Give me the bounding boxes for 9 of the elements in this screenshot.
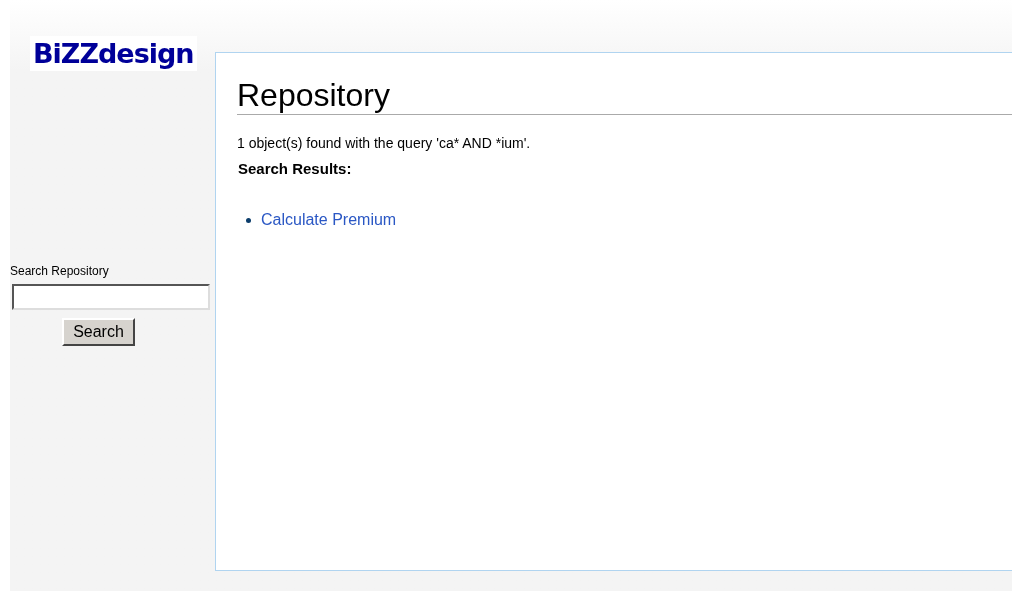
- search-field[interactable]: [12, 284, 210, 310]
- page-title: Repository: [237, 77, 1012, 115]
- result-link[interactable]: Calculate Premium: [261, 211, 397, 229]
- bullet-icon: [246, 217, 251, 223]
- results-summary: 1 object(s) found with the query 'ca* AND *ium'.: [237, 135, 532, 151]
- search-button[interactable]: Search: [62, 318, 135, 346]
- search-label: Search Repository: [10, 264, 110, 278]
- logo: BiZZdesign: [30, 36, 197, 71]
- results-heading: Search Results:: [238, 160, 353, 178]
